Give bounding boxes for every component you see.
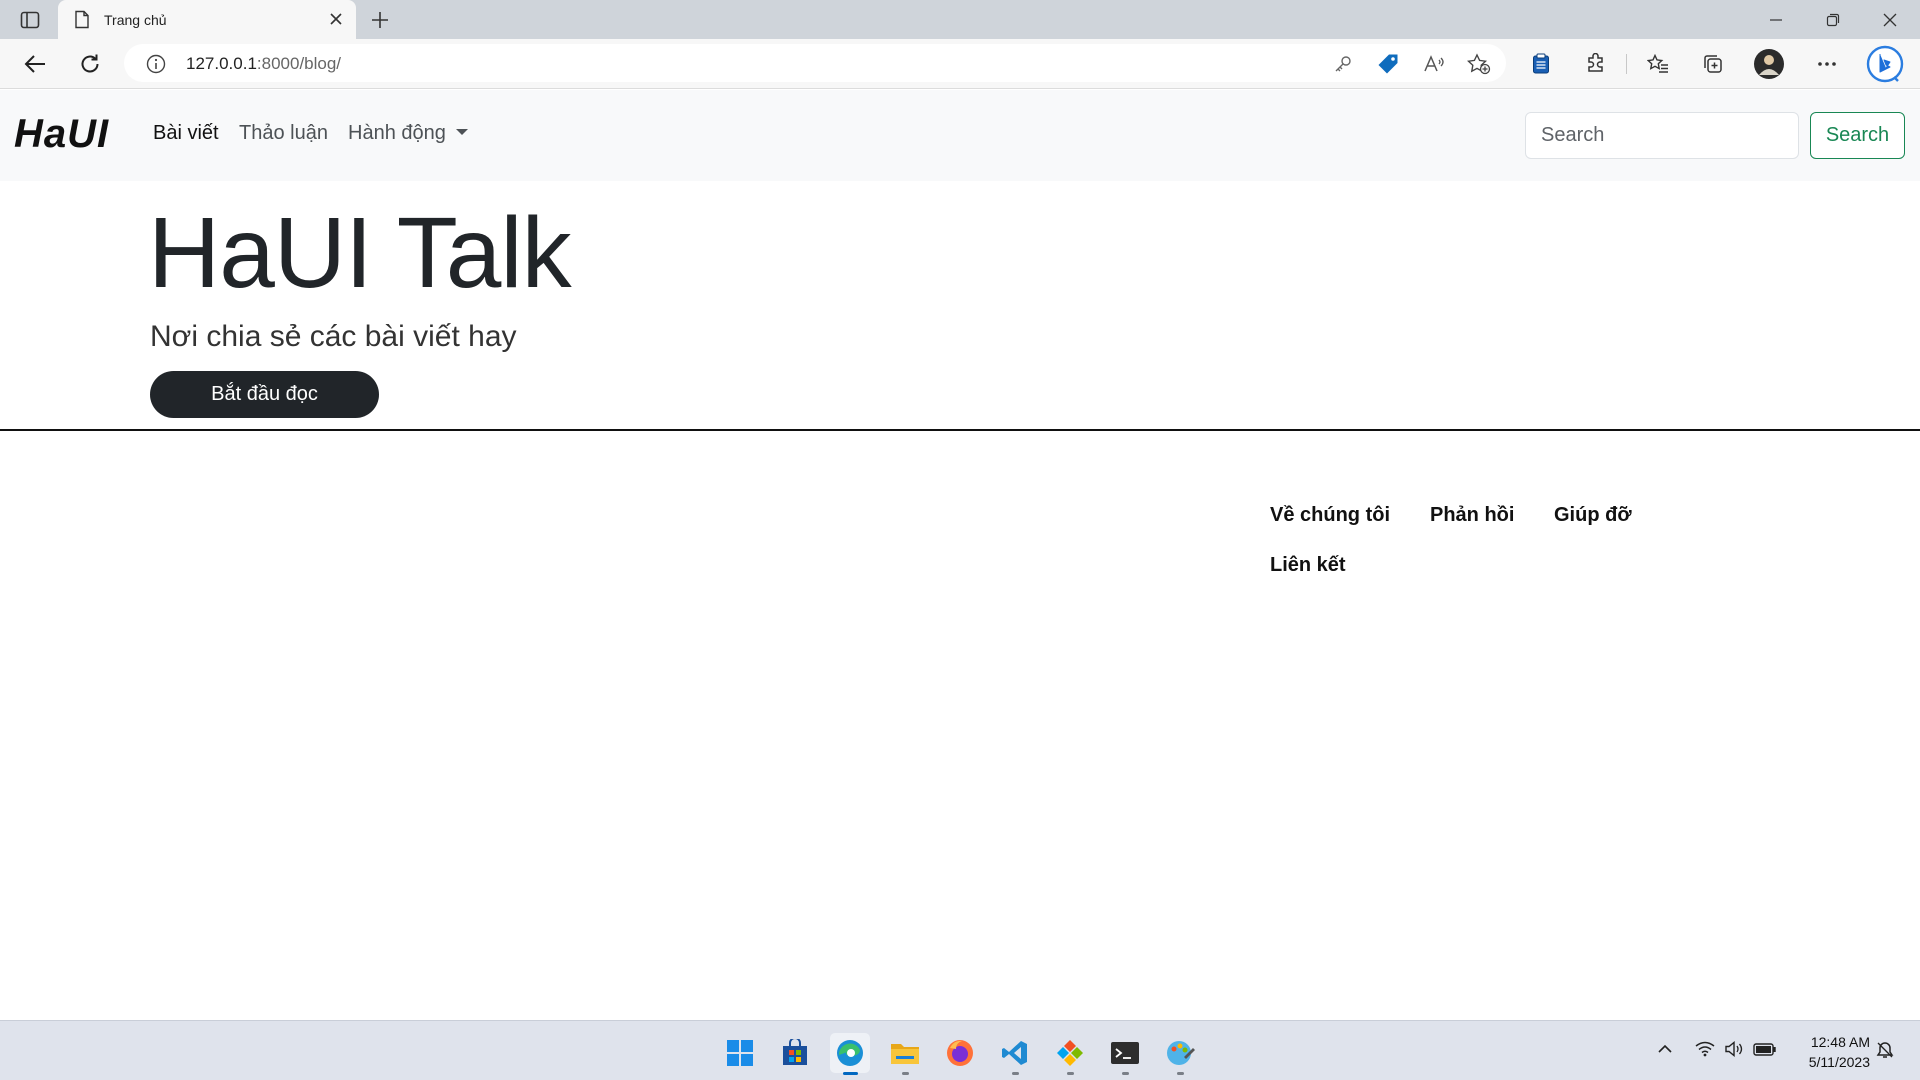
terminal-icon[interactable]	[1105, 1033, 1145, 1075]
brand-logo[interactable]: HaUI	[14, 112, 109, 157]
wifi-icon[interactable]	[1695, 1041, 1715, 1057]
clock-date: 5/11/2023	[1808, 1054, 1870, 1070]
footer-link-feedback[interactable]: Phản hồi	[1430, 504, 1514, 527]
divider	[0, 429, 1920, 431]
bing-chat-icon[interactable]	[1866, 45, 1904, 83]
address-bar[interactable]: 127.0.0.1:8000/blog/	[124, 44, 1506, 82]
search-input[interactable]	[1525, 112, 1799, 159]
nav-dropdown-label: Hành động	[348, 122, 446, 144]
file-explorer-icon[interactable]	[885, 1033, 925, 1075]
extensions-icon[interactable]	[1581, 49, 1611, 79]
close-tab-icon[interactable]	[328, 11, 344, 27]
footer-link-help[interactable]: Giúp đỡ	[1554, 504, 1632, 527]
active-indicator	[843, 1072, 858, 1075]
footer-link-links[interactable]: Liên kết	[1270, 554, 1346, 577]
favorites-icon[interactable]	[1643, 49, 1673, 79]
chevron-down-icon	[455, 128, 468, 135]
firefox-icon[interactable]	[940, 1033, 980, 1073]
footer-link-about[interactable]: Về chúng tôi	[1270, 504, 1390, 527]
page-icon	[74, 10, 90, 29]
site-info-icon[interactable]	[146, 54, 166, 74]
url-text[interactable]: 127.0.0.1:8000/blog/	[186, 54, 341, 74]
clock-time: 12:48 AM	[1810, 1034, 1870, 1050]
new-tab-button[interactable]	[368, 8, 392, 32]
edge-browser-icon[interactable]	[830, 1033, 870, 1075]
microsoft-store-icon[interactable]	[775, 1033, 815, 1073]
notification-bell-icon[interactable]	[1876, 1041, 1894, 1059]
running-indicator	[1012, 1072, 1019, 1075]
tab-title: Trang chủ	[104, 12, 167, 28]
profile-avatar[interactable]	[1754, 49, 1784, 79]
running-indicator	[1177, 1072, 1184, 1075]
tab-actions-icon[interactable]	[18, 9, 42, 31]
browser-toolbar: 127.0.0.1:8000/blog/	[0, 39, 1920, 89]
hero-subtitle: Nơi chia sẻ các bài viết hay	[150, 320, 517, 353]
search-button[interactable]: Search	[1810, 112, 1905, 159]
nav-link-bai-viet[interactable]: Bài viết	[153, 122, 219, 145]
show-hidden-icons-chevron-up-icon[interactable]	[1657, 1041, 1673, 1057]
system-clock[interactable]: 12:48 AM 5/11/2023	[1790, 1032, 1870, 1072]
more-options-icon[interactable]	[1812, 49, 1842, 79]
read-aloud-icon[interactable]	[1422, 52, 1446, 76]
collections-icon[interactable]	[1698, 49, 1728, 79]
site-navbar: HaUI Bài viết Thảo luận Hành động Search	[0, 90, 1920, 181]
restore-icon[interactable]	[1817, 8, 1849, 32]
hero-title: HaUI Talk	[148, 197, 572, 309]
nav-dropdown-hanh-dong[interactable]: Hành động	[348, 122, 468, 145]
battery-icon[interactable]	[1753, 1041, 1777, 1057]
volume-icon[interactable]	[1724, 1041, 1744, 1057]
url-host: 127.0.0.1	[186, 54, 257, 73]
vscode-icon[interactable]	[995, 1033, 1035, 1075]
running-indicator	[902, 1072, 909, 1075]
close-window-icon[interactable]	[1874, 8, 1906, 32]
clipboard-extension-icon[interactable]	[1526, 49, 1556, 79]
windows-taskbar: 12:48 AM 5/11/2023	[0, 1020, 1920, 1080]
back-icon[interactable]	[20, 49, 50, 79]
browser-tab-active[interactable]: Trang chủ	[58, 0, 356, 39]
start-menu-icon[interactable]	[720, 1033, 760, 1073]
add-favorite-icon[interactable]	[1467, 52, 1491, 76]
key-icon[interactable]	[1331, 52, 1355, 76]
nav-link-thao-luan[interactable]: Thảo luận	[239, 122, 328, 145]
coupon-tag-icon[interactable]	[1376, 52, 1400, 76]
url-path: :8000/blog/	[256, 54, 342, 73]
minimize-icon[interactable]	[1760, 8, 1792, 32]
toolbar-separator	[1626, 54, 1627, 74]
app-icon-colorful[interactable]	[1050, 1033, 1090, 1075]
refresh-icon[interactable]	[75, 49, 105, 79]
running-indicator	[1067, 1072, 1074, 1075]
start-reading-button[interactable]: Bắt đầu đọc	[150, 371, 379, 418]
running-indicator	[1122, 1072, 1129, 1075]
paint-app-icon[interactable]	[1160, 1033, 1200, 1075]
browser-tab-strip: Trang chủ	[0, 0, 1920, 39]
